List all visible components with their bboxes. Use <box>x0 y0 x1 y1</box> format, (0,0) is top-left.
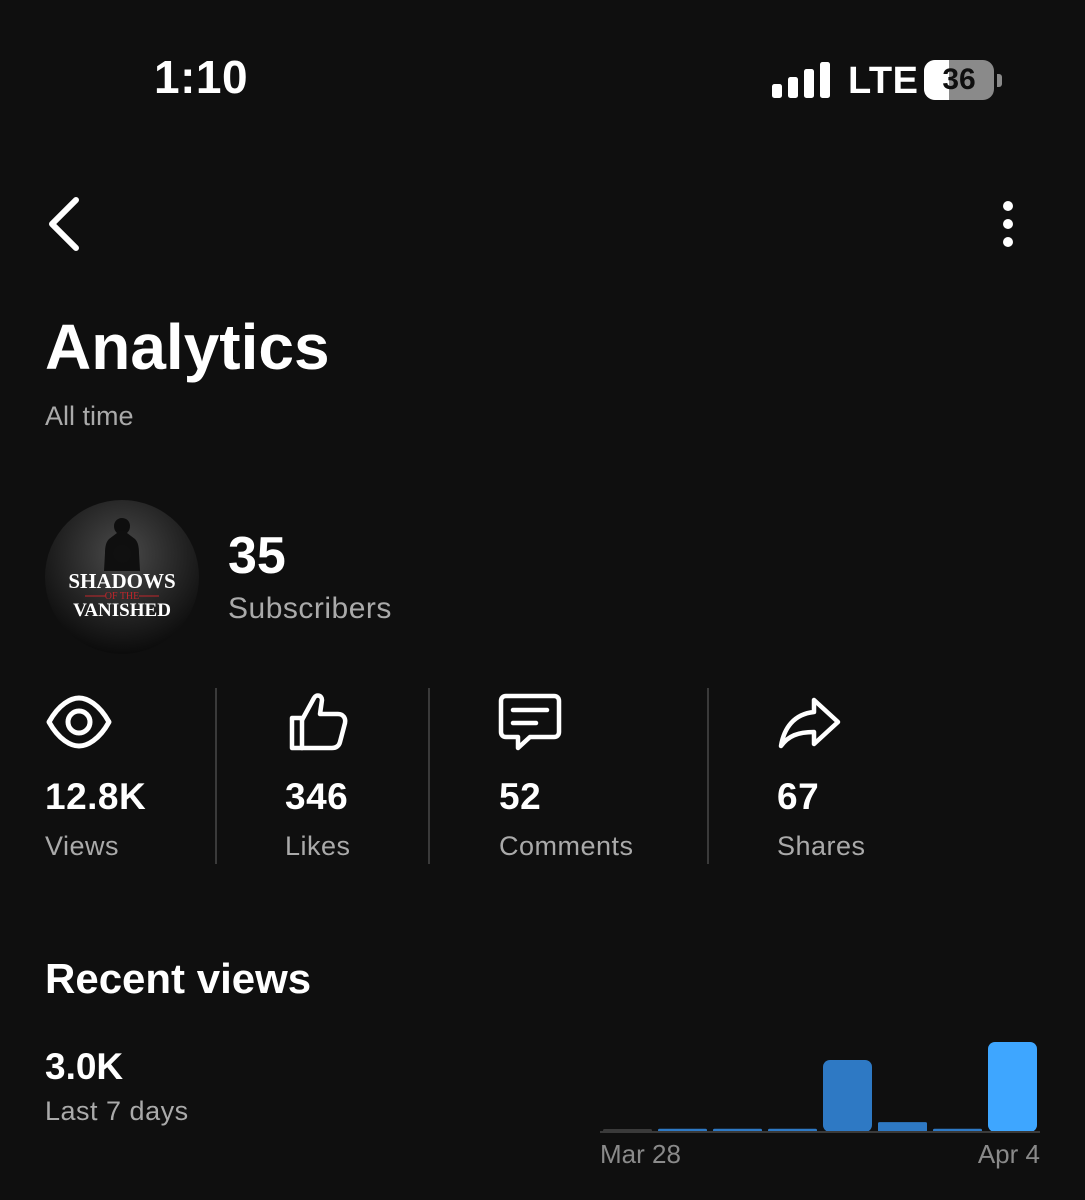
recent-views-chart[interactable]: Mar 28 Apr 4 <box>596 1030 1046 1180</box>
more-options-icon[interactable] <box>988 196 1028 252</box>
battery-percent: 36 <box>942 63 976 96</box>
comments-label: Comments <box>499 831 634 861</box>
back-arrow-icon[interactable] <box>40 192 88 256</box>
likes-value: 346 <box>285 776 349 817</box>
chart-end-label: Apr 4 <box>978 1139 1040 1169</box>
logo-text-line-1: SHADOWS <box>68 569 175 593</box>
carrier-label: LTE <box>848 60 919 102</box>
views-label: Views <box>45 831 120 861</box>
chart-bar <box>988 1042 1037 1132</box>
channel-avatar: SHADOWS OF THE VANISHED <box>45 500 199 654</box>
metric-divider <box>707 688 709 864</box>
logo-text-line-3: VANISHED <box>73 600 171 621</box>
recent-views-period: Last 7 days <box>45 1096 189 1126</box>
battery-icon: 36 <box>924 60 1002 100</box>
share-icon <box>778 697 841 749</box>
metric-divider <box>428 688 430 864</box>
page-title: Analytics <box>45 311 330 383</box>
recent-views-title: Recent views <box>45 955 312 1002</box>
subscriber-count: 35 <box>228 527 286 585</box>
likes-label: Likes <box>285 831 351 861</box>
shares-label: Shares <box>777 831 866 861</box>
chart-bar <box>878 1122 927 1132</box>
comments-value: 52 <box>499 776 542 817</box>
eye-icon <box>46 695 112 749</box>
chart-bar <box>823 1060 872 1132</box>
thumbs-up-icon <box>289 693 348 751</box>
views-value: 12.8K <box>45 776 147 817</box>
metric-divider <box>215 688 217 864</box>
cellular-signal-icon <box>772 62 830 98</box>
chart-start-label: Mar 28 <box>600 1139 681 1169</box>
status-time: 1:10 <box>154 51 249 103</box>
recent-views-value: 3.0K <box>45 1046 124 1087</box>
shares-value: 67 <box>777 776 820 817</box>
comment-icon <box>498 693 562 751</box>
subscriber-label: Subscribers <box>228 592 392 625</box>
date-range-label[interactable]: All time <box>45 401 134 432</box>
